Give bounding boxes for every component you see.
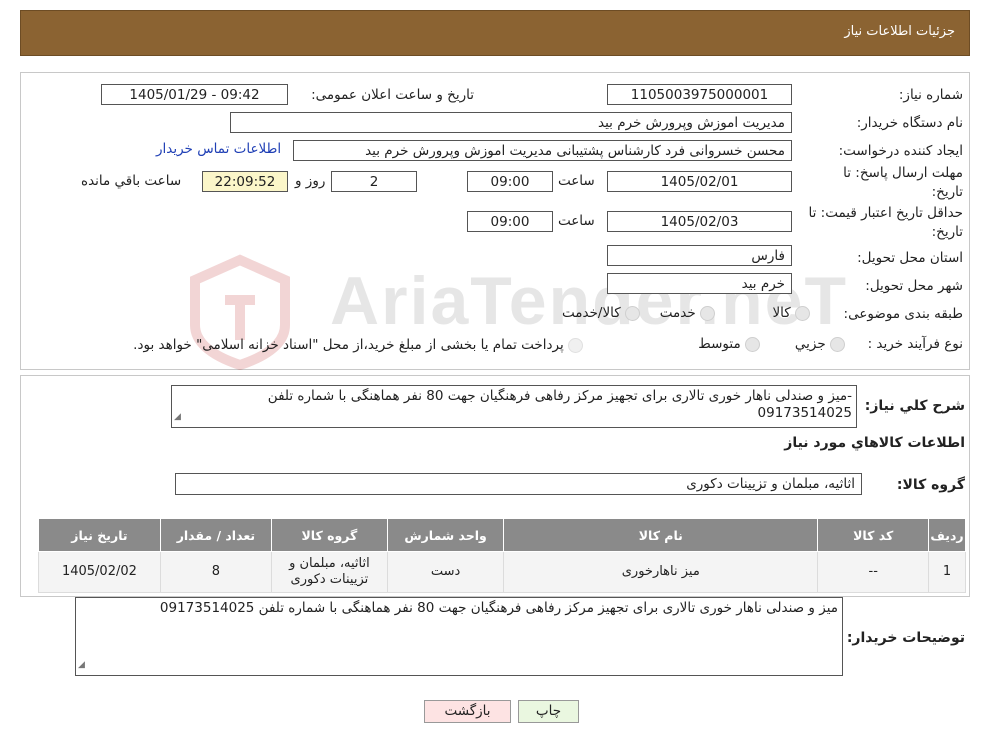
category-option-goods[interactable]: کالا: [772, 305, 810, 321]
deadline-time-field: 09:00: [467, 171, 553, 192]
days-field: 2: [331, 171, 417, 192]
col-group: گروه کالا: [270, 518, 388, 552]
cell-code: --: [817, 551, 930, 593]
days-label: روز و: [295, 173, 326, 189]
remaining-time-label: ساعت باقي مانده: [81, 173, 182, 189]
process-option-minor[interactable]: جزیي: [795, 336, 845, 352]
cell-index: 1: [928, 551, 966, 593]
page-title: جزئیات اطلاعات نیاز: [844, 24, 955, 39]
description-label: شرح کلي نياز:: [864, 398, 965, 414]
radio-icon[interactable]: [745, 336, 760, 352]
radio-icon[interactable]: [830, 336, 845, 352]
goods-section-title: اطلاعات کالاهاي مورد نياز: [784, 435, 965, 451]
buyer-contact-link[interactable]: اطلاعات تماس خریدار: [156, 141, 281, 157]
remaining-time-field: 22:09:52: [202, 171, 288, 192]
goods-table: رديف کد کالا نام کالا واحد شمارش گروه کا…: [38, 518, 966, 593]
col-index: رديف: [928, 518, 966, 552]
province-label: استان محل تحویل:: [857, 250, 963, 266]
print-button[interactable]: چاپ: [518, 700, 579, 723]
price-validity-label: حداقل تاریخ اعتبار قیمت: تا: [808, 205, 963, 221]
checkbox-icon[interactable]: [568, 337, 583, 353]
category-option-service[interactable]: خدمت: [660, 305, 715, 321]
deadline-date-field: 1405/02/01: [607, 171, 792, 192]
deadline-label: مهلت ارسال پاسخ: تا: [843, 165, 963, 181]
process-type-label: نوع فرآیند خرید :: [867, 336, 963, 352]
goods-group-field: اثاثیه، مبلمان و تزیینات دکوری: [175, 473, 862, 495]
goods-group-label: گروه کالا:: [896, 477, 965, 493]
cell-group: اثاثیه، مبلمان و تزیینات دکوری: [270, 551, 388, 593]
buyer-notes-textarea[interactable]: میز و صندلی ناهار خوری تالاری برای تجهیز…: [75, 597, 843, 676]
city-field: خرم بید: [607, 273, 792, 294]
col-date: تاريخ نياز: [38, 518, 161, 552]
need-number-label: شماره نیاز:: [898, 87, 963, 103]
process-note: پرداخت تمام یا بخشی از مبلغ خرید،از محل …: [133, 337, 583, 353]
validity-date-field: 1405/02/03: [607, 211, 792, 232]
buyer-org-label: نام دستگاه خریدار:: [856, 115, 963, 131]
back-button[interactable]: بازگشت: [424, 700, 511, 723]
cell-qty: 8: [159, 551, 272, 593]
category-label: طبقه بندی موضوعی:: [843, 306, 963, 322]
goods-table-header: رديف کد کالا نام کالا واحد شمارش گروه کا…: [38, 518, 966, 552]
col-unit: واحد شمارش: [386, 518, 505, 552]
city-label: شهر محل تحویل:: [865, 278, 963, 294]
province-field: فارس: [607, 245, 792, 266]
cell-name: میز ناهارخوری: [503, 551, 819, 593]
col-name: نام کالا: [503, 518, 819, 552]
radio-icon[interactable]: [795, 305, 810, 321]
resize-grip-icon[interactable]: ◢: [78, 657, 85, 674]
need-number-field: 1105003975000001: [607, 84, 792, 105]
col-code: کد کالا: [817, 518, 930, 552]
page-header: جزئیات اطلاعات نیاز: [20, 10, 970, 56]
buyer-org-field: مدیریت اموزش وپرورش خرم بید: [230, 112, 792, 133]
radio-icon[interactable]: [700, 305, 715, 321]
table-row: 1 -- میز ناهارخوری دست اثاثیه، مبلمان و …: [38, 551, 966, 593]
deadline-hour-label: ساعت: [558, 173, 595, 189]
price-validity-label-line2: تاریخ:: [931, 224, 963, 240]
creator-label: ایجاد کننده درخواست:: [838, 143, 963, 159]
validity-time-field: 09:00: [467, 211, 553, 232]
announce-datetime-field: 1405/01/29 - 09:42: [101, 84, 288, 105]
col-qty: تعداد / مقدار: [159, 518, 272, 552]
creator-field: محسن خسروانی فرد کارشناس پشتیبانی مدیریت…: [293, 140, 792, 161]
validity-hour-label: ساعت: [558, 213, 595, 229]
announce-datetime-label: تاریخ و ساعت اعلان عمومی:: [311, 87, 474, 103]
process-option-medium[interactable]: متوسط: [698, 336, 760, 352]
deadline-label-line2: تاریخ:: [931, 184, 963, 200]
radio-icon[interactable]: [625, 305, 640, 321]
resize-grip-icon[interactable]: ◢: [174, 409, 181, 426]
description-textarea[interactable]: -میز و صندلی ناهار خوری تالاری برای تجهی…: [171, 385, 857, 428]
cell-date: 1405/02/02: [38, 551, 161, 593]
category-option-goods-service[interactable]: کالا/خدمت: [562, 305, 640, 321]
buyer-notes-label: توضیحات خریدار:: [846, 630, 965, 646]
cell-unit: دست: [386, 551, 505, 593]
